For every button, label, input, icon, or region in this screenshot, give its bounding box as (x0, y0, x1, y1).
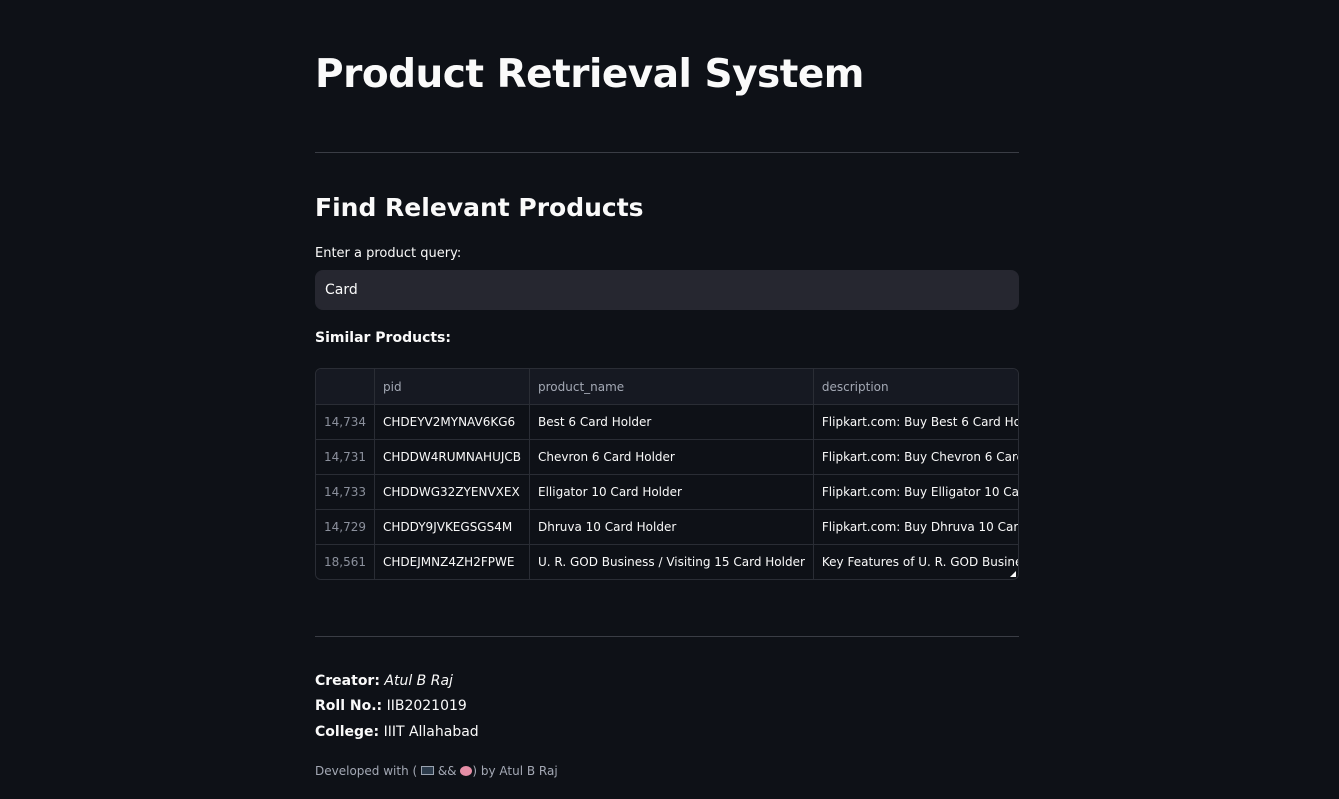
dev-prefix: Developed with ( (315, 764, 418, 778)
cell-description[interactable]: Flipkart.com: Buy Elligator 10 Card H (813, 474, 1018, 510)
table-header-row: pid product_name description (316, 369, 1018, 405)
row-index[interactable]: 14,731 (316, 439, 375, 475)
cell-description[interactable]: Flipkart.com: Buy Dhruva 10 Card Ho (813, 509, 1018, 545)
dev-and: && (437, 764, 457, 778)
results-table[interactable]: pid product_name description 14,734 CHDE… (315, 368, 1019, 580)
cell-pid[interactable]: CHDEYV2MYNAV6KG6 (374, 404, 530, 440)
cell-description[interactable]: Flipkart.com: Buy Best 6 Card Holde (813, 404, 1018, 440)
table-row: 18,561 CHDEJMNZ4ZH2FPWE U. R. GOD Busine… (316, 544, 1018, 579)
query-label: Enter a product query: (315, 246, 462, 261)
results-label: Similar Products: (315, 330, 451, 346)
row-index[interactable]: 18,561 (316, 544, 375, 579)
row-index[interactable]: 14,729 (316, 509, 375, 545)
roll-line: Roll No.: IIB2021019 (315, 698, 467, 714)
cell-pid[interactable]: CHDDY9JVKEGSGS4M (374, 509, 530, 545)
college-line: College: IIIT Allahabad (315, 724, 479, 740)
column-header-product-name[interactable]: product_name (529, 369, 814, 405)
creator-value: Atul B Raj (384, 673, 453, 689)
dev-suffix: ) by Atul B Raj (472, 764, 558, 778)
college-label: College: (315, 724, 380, 740)
creator-label: Creator: (315, 673, 380, 689)
table-row: 14,734 CHDEYV2MYNAV6KG6 Best 6 Card Hold… (316, 404, 1018, 440)
row-index[interactable]: 14,734 (316, 404, 375, 440)
page-title: Product Retrieval System (315, 52, 864, 97)
roll-value: IIB2021019 (386, 698, 467, 714)
table-row: 14,731 CHDDW4RUMNAHUJCB Chevron 6 Card H… (316, 439, 1018, 475)
cell-pid[interactable]: CHDDW4RUMNAHUJCB (374, 439, 530, 475)
table-row: 14,733 CHDDWG32ZYENVXEX Elligator 10 Car… (316, 474, 1018, 510)
column-header-description[interactable]: description (813, 369, 1018, 405)
developed-with-note: Developed with ( && ) by Atul B Raj (315, 764, 558, 778)
cell-description[interactable]: Flipkart.com: Buy Chevron 6 Card Ho (813, 439, 1018, 475)
column-header-pid[interactable]: pid (374, 369, 530, 405)
row-index[interactable]: 14,733 (316, 474, 375, 510)
cell-product-name[interactable]: Best 6 Card Holder (529, 404, 814, 440)
section-heading: Find Relevant Products (315, 193, 644, 222)
brain-icon (460, 765, 473, 776)
cell-product-name[interactable]: U. R. GOD Business / Visiting 15 Card Ho… (529, 544, 814, 579)
cell-product-name[interactable]: Chevron 6 Card Holder (529, 439, 814, 475)
top-divider (315, 152, 1019, 153)
cell-pid[interactable]: CHDEJMNZ4ZH2FPWE (374, 544, 530, 579)
creator-line: Creator: Atul B Raj (315, 673, 453, 689)
query-input[interactable] (315, 270, 1019, 310)
table-row: 14,729 CHDDY9JVKEGSGS4M Dhruva 10 Card H… (316, 509, 1018, 545)
roll-label: Roll No.: (315, 698, 383, 714)
cell-product-name[interactable]: Dhruva 10 Card Holder (529, 509, 814, 545)
cell-pid[interactable]: CHDDWG32ZYENVXEX (374, 474, 530, 510)
bottom-divider (315, 636, 1019, 637)
cell-product-name[interactable]: Elligator 10 Card Holder (529, 474, 814, 510)
resize-handle-icon[interactable] (1010, 571, 1016, 577)
cell-description[interactable]: Key Features of U. R. GOD Business / (813, 544, 1018, 579)
column-header-index[interactable] (316, 369, 375, 405)
college-value: IIIT Allahabad (383, 724, 479, 740)
laptop-icon (421, 766, 434, 775)
